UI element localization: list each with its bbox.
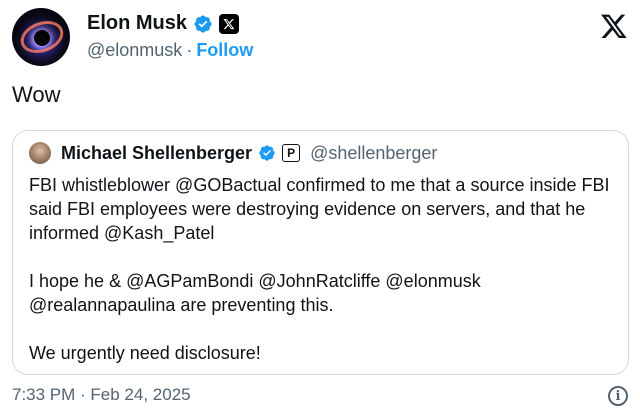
quote-paragraph: FBI whistleblower @GOBactual confirmed t… — [29, 175, 610, 243]
author-handle[interactable]: @elonmusk — [87, 40, 182, 60]
author-handle-row: @elonmusk · Follow — [87, 40, 253, 61]
x-affiliation-icon — [219, 13, 240, 34]
timestamp[interactable]: 7:33 PM · Feb 24, 2025 — [12, 385, 191, 405]
avatar[interactable] — [12, 8, 70, 66]
quote-avatar[interactable] — [29, 142, 51, 164]
tweet-header: Elon Musk @elonmusk · Follow — [12, 8, 628, 68]
verified-badge-icon — [259, 145, 275, 161]
quote-author-name[interactable]: Michael Shellenberger — [61, 143, 252, 164]
avatar-core — [34, 30, 50, 46]
follow-button[interactable]: Follow — [196, 40, 253, 60]
tweet-text: Wow — [12, 82, 61, 107]
info-icon[interactable]: i — [608, 386, 628, 406]
quote-paragraph: We urgently need disclosure! — [29, 343, 261, 363]
author-name-row: Elon Musk — [87, 12, 240, 35]
author-name[interactable]: Elon Musk — [87, 12, 187, 35]
x-logo-icon[interactable] — [600, 12, 628, 40]
affiliation-badge-icon: P — [282, 144, 301, 162]
quote-body: FBI whistleblower @GOBactual confirmed t… — [29, 173, 619, 365]
quote-tweet-card[interactable]: Michael Shellenberger P @shellenberger F… — [12, 130, 629, 375]
quote-author-handle[interactable]: @shellenberger — [310, 143, 437, 164]
quote-header: Michael Shellenberger P @shellenberger — [29, 141, 437, 165]
verified-badge-icon — [194, 14, 212, 33]
quote-paragraph: I hope he & @AGPamBondi @JohnRatcliffe @… — [29, 271, 481, 315]
separator-dot: · — [186, 40, 193, 60]
